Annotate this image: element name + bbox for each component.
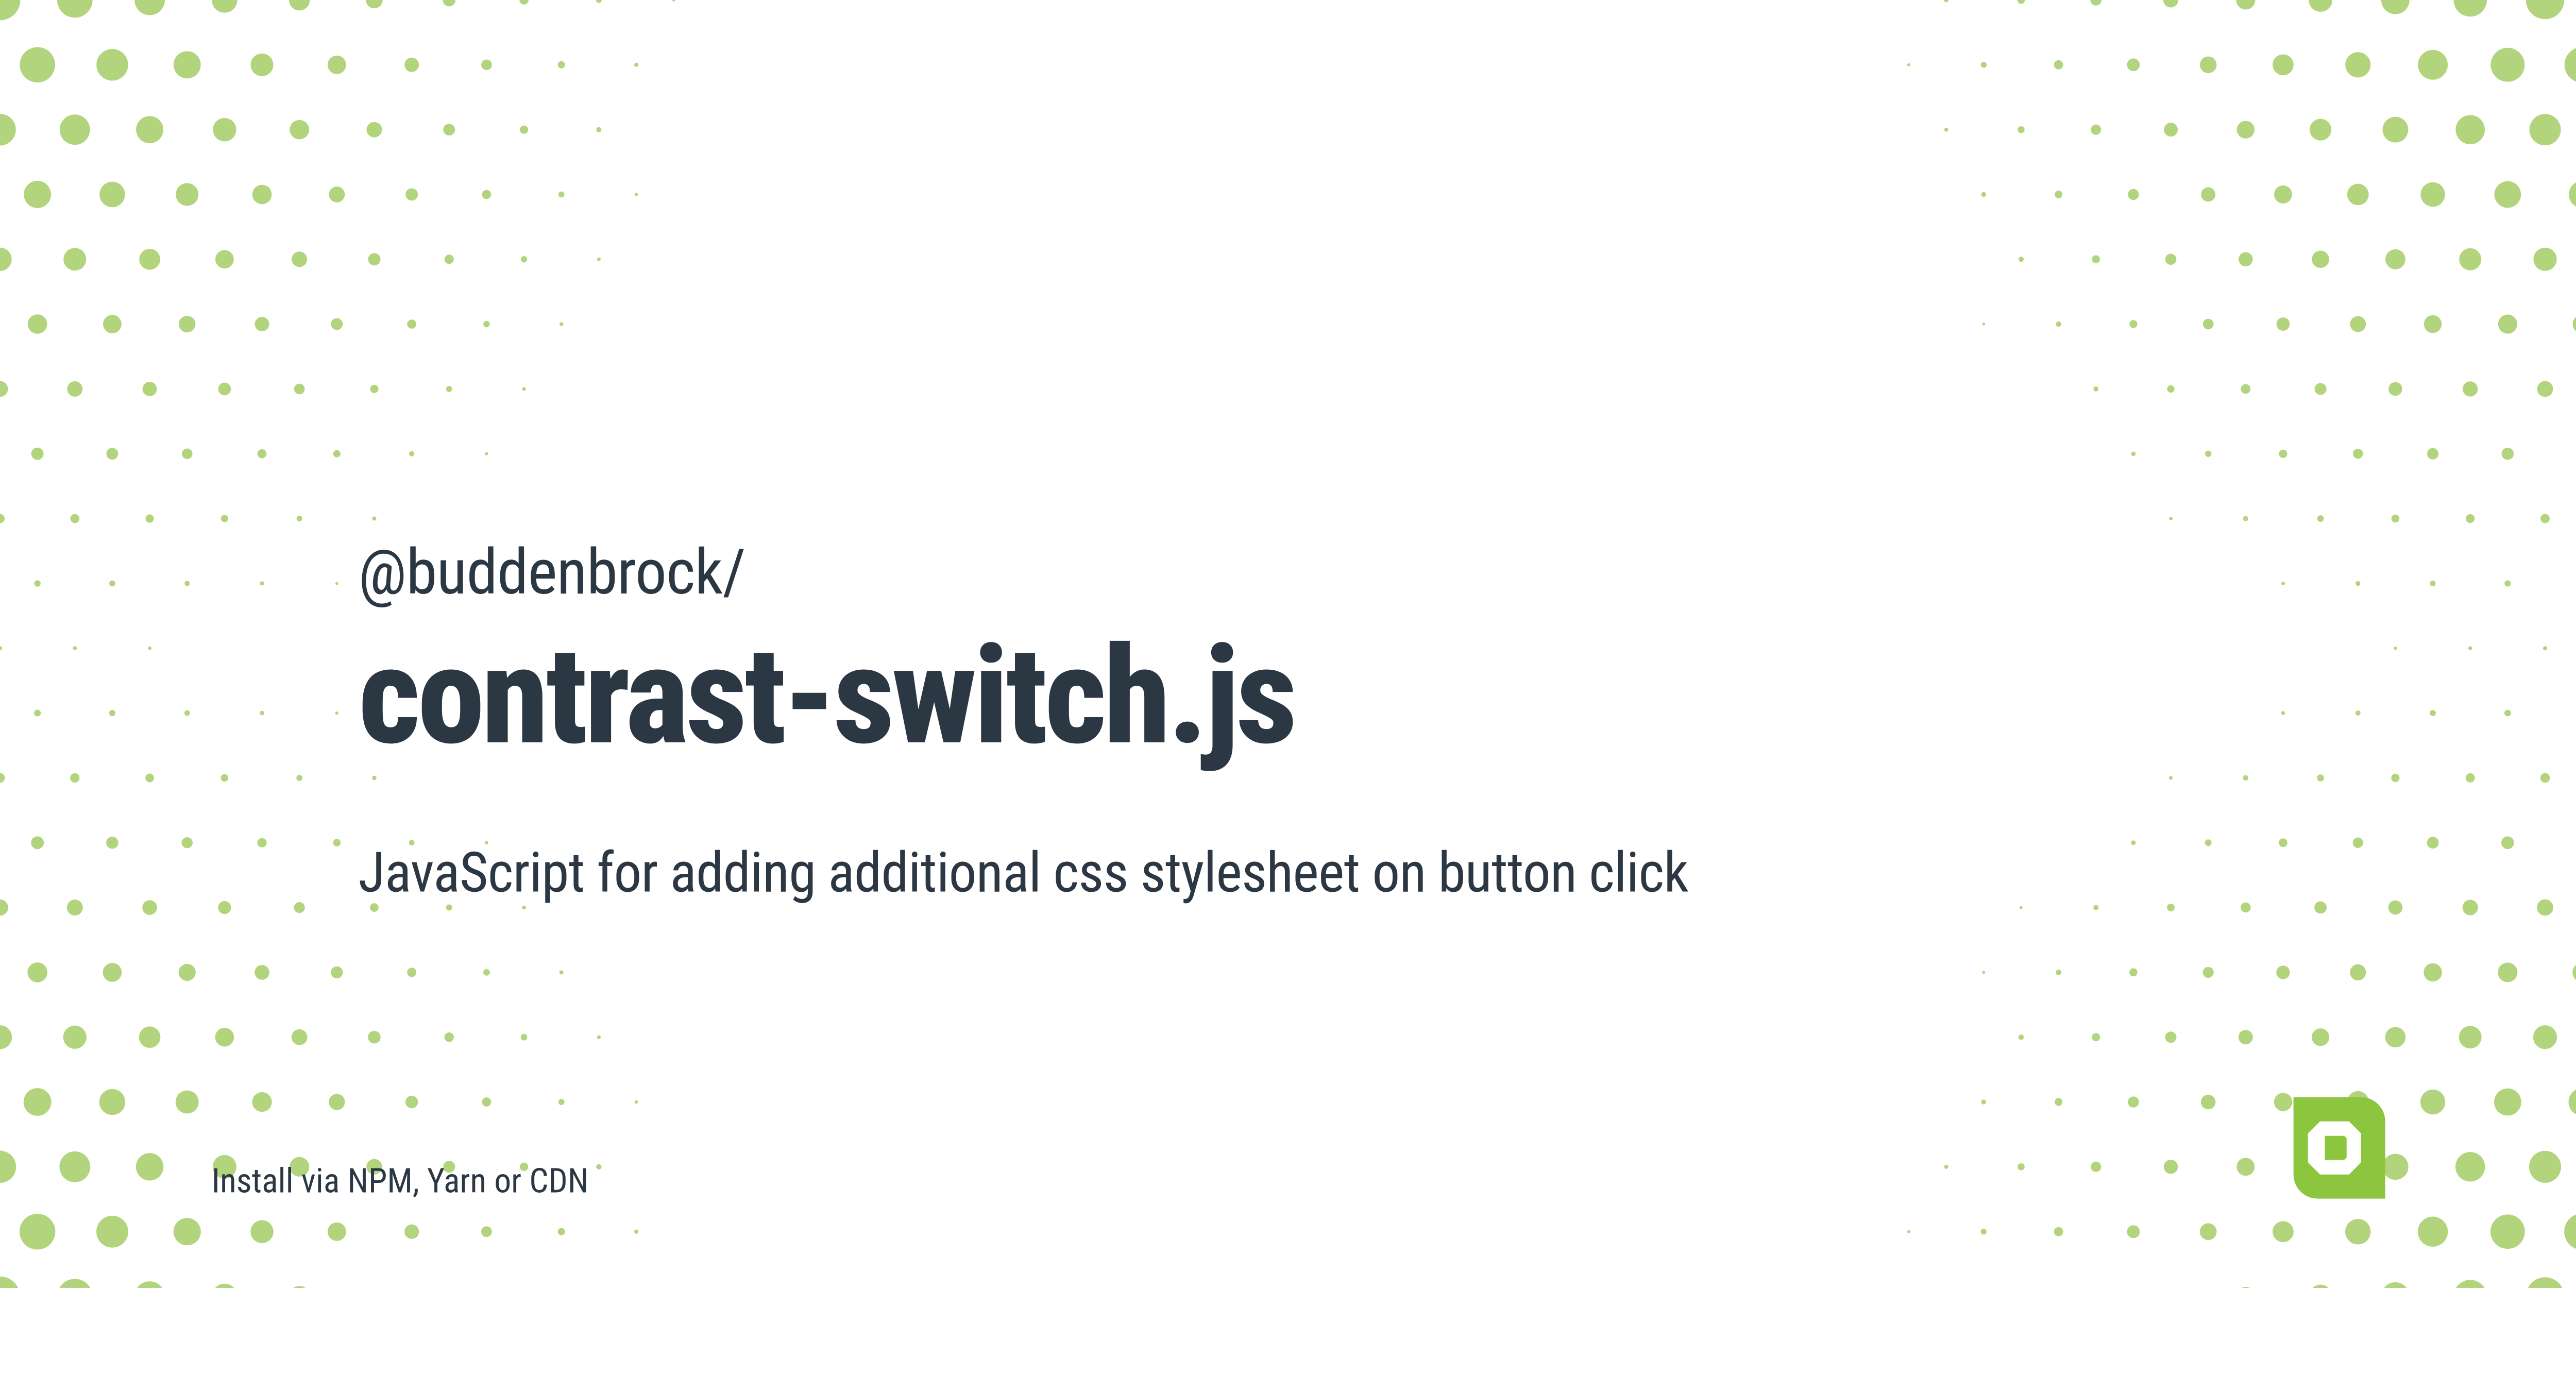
brand-logo-icon [2267, 1088, 2387, 1208]
package-title: contrast-switch.js [359, 617, 1295, 775]
install-hint: Install via NPM, Yarn or CDN [212, 1161, 589, 1201]
package-scope: @buddenbrock/ [359, 535, 745, 609]
package-description: JavaScript for adding additional css sty… [359, 840, 1688, 906]
